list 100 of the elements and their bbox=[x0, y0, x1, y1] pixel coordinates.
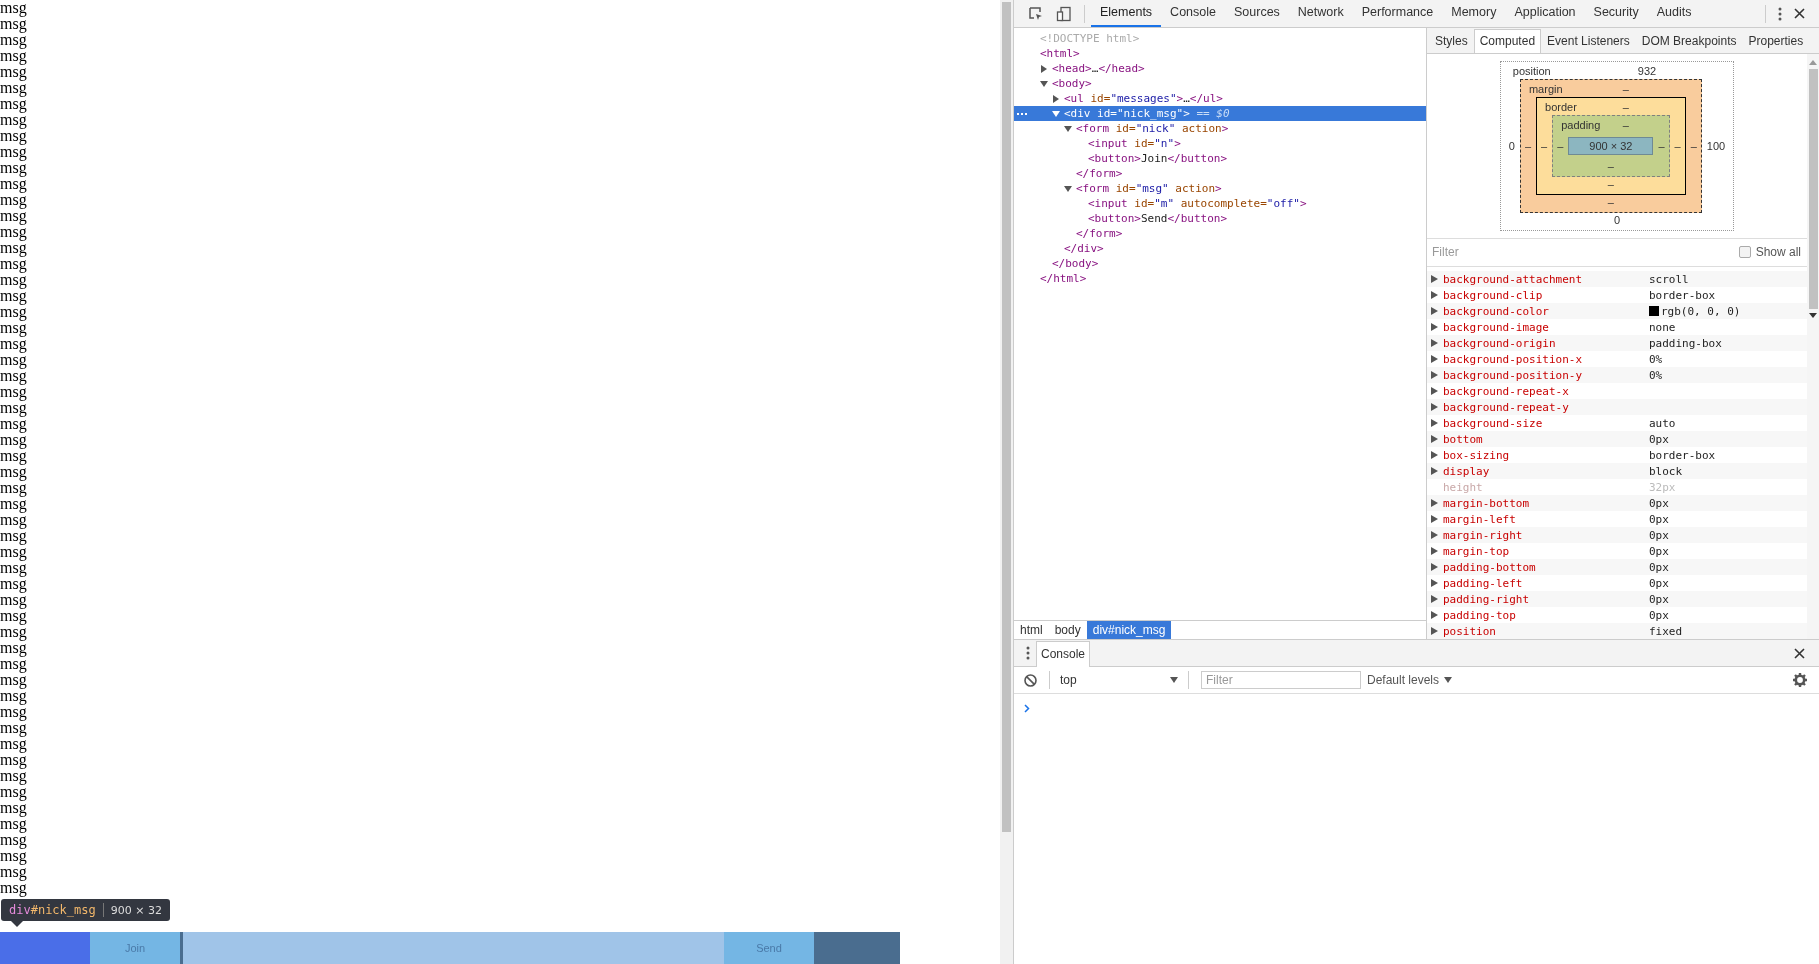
closing-tag[interactable]: </form> bbox=[1076, 167, 1123, 180]
message-text: msg bbox=[0, 496, 27, 512]
collapsed-arrow-icon[interactable] bbox=[1052, 94, 1060, 103]
message-text: msg bbox=[0, 0, 27, 16]
expanded-arrow-icon[interactable] bbox=[1064, 124, 1072, 133]
scroll-down-arrow-icon[interactable] bbox=[1809, 313, 1817, 318]
dom-node[interactable]: <body> bbox=[1052, 77, 1092, 90]
message-text: msg bbox=[0, 240, 27, 256]
breadcrumb[interactable]: html bbox=[1014, 621, 1049, 639]
sidebar-tab[interactable]: Properties bbox=[1742, 29, 1810, 53]
panel-tab[interactable]: Application bbox=[1505, 0, 1585, 27]
property-value: 0px bbox=[1649, 544, 1669, 558]
box-value: – bbox=[1622, 81, 1629, 97]
message-text: msg bbox=[0, 624, 27, 640]
dom-node[interactable]: <form id="nick" action> bbox=[1076, 122, 1229, 135]
property-value: none bbox=[1649, 320, 1676, 334]
sidebar-tab[interactable]: DOM Breakpoints bbox=[1635, 29, 1743, 53]
property-value: 0px bbox=[1649, 512, 1669, 526]
dom-node[interactable]: <html> bbox=[1040, 47, 1080, 60]
dom-node[interactable]: <input id="m" autocomplete="off"> bbox=[1088, 197, 1307, 210]
message-text: msg bbox=[0, 128, 27, 144]
clear-icon[interactable] bbox=[1024, 673, 1037, 687]
expanded-arrow-icon[interactable] bbox=[1052, 109, 1060, 118]
scroll-up-arrow-icon[interactable] bbox=[1809, 60, 1817, 65]
property-value: border-box bbox=[1649, 288, 1716, 302]
property-value: block bbox=[1649, 464, 1683, 478]
property-name: padding-bottom bbox=[1443, 560, 1537, 574]
dom-node[interactable]: <button>Join</button> bbox=[1088, 152, 1228, 165]
property-value: auto bbox=[1649, 416, 1676, 430]
message-text: msg bbox=[0, 176, 27, 192]
box-value: 100 bbox=[1706, 139, 1726, 152]
box-label: padding bbox=[1561, 117, 1601, 133]
collapsed-arrow-icon[interactable] bbox=[1040, 64, 1048, 73]
panel-tab[interactable]: Performance bbox=[1352, 0, 1443, 27]
panel-tab[interactable]: Memory bbox=[1442, 0, 1506, 27]
scrollbar[interactable] bbox=[1000, 0, 1014, 964]
panel-tab[interactable]: Elements bbox=[1091, 0, 1162, 27]
panel-tab[interactable]: Console bbox=[1161, 0, 1225, 27]
panel-tab[interactable]: Audits bbox=[1647, 0, 1701, 27]
property-name: background-size bbox=[1443, 416, 1544, 430]
property-name: padding-right bbox=[1443, 592, 1531, 606]
expanded-arrow-icon[interactable] bbox=[1040, 79, 1048, 88]
show-all-label[interactable]: Show all bbox=[1755, 245, 1801, 260]
panel-tab[interactable]: Security bbox=[1584, 0, 1648, 27]
message-text: msg bbox=[0, 800, 27, 816]
highlighted-input[interactable] bbox=[183, 932, 724, 964]
filter-field[interactable]: Filter bbox=[1430, 244, 1739, 261]
closing-tag[interactable]: </form> bbox=[1076, 227, 1123, 240]
box-value: – bbox=[1622, 117, 1629, 133]
levels-dropdown[interactable]: Default levels bbox=[1367, 673, 1453, 687]
breadcrumb[interactable]: body bbox=[1048, 621, 1087, 639]
closing-tag[interactable]: </div> bbox=[1064, 242, 1104, 255]
message-text: msg bbox=[0, 864, 27, 880]
dom-node[interactable]: <form id="msg" action> bbox=[1076, 182, 1222, 195]
scrollbar[interactable] bbox=[1807, 54, 1819, 639]
color-swatch[interactable] bbox=[1649, 306, 1659, 316]
breadcrumb[interactable]: div#nick_msg bbox=[1086, 621, 1172, 639]
device-icon[interactable] bbox=[1056, 5, 1072, 22]
context-dropdown[interactable]: top bbox=[1056, 673, 1182, 687]
message-text: msg bbox=[0, 688, 27, 704]
closing-tag[interactable]: </body> bbox=[1052, 257, 1099, 270]
message-text: msg bbox=[0, 544, 27, 560]
sidebar-tab[interactable]: Styles bbox=[1429, 29, 1474, 53]
property-value: 0% bbox=[1649, 352, 1663, 366]
property-value: rgb(0, 0, 0) bbox=[1661, 304, 1741, 318]
inspect-icon[interactable] bbox=[1028, 5, 1044, 22]
caret-icon[interactable] bbox=[1170, 677, 1178, 683]
panel-tab[interactable]: Sources bbox=[1225, 0, 1289, 27]
message-text: msg bbox=[0, 448, 27, 464]
caret-icon[interactable] bbox=[1444, 677, 1453, 683]
message-text: msg bbox=[0, 160, 27, 176]
property-name: height bbox=[1443, 480, 1484, 494]
message-text: msg bbox=[0, 880, 27, 896]
message-text: msg bbox=[0, 560, 27, 576]
kebab-menu-icon[interactable] bbox=[1026, 646, 1030, 660]
property-value: 0% bbox=[1649, 368, 1663, 382]
drawer-tab[interactable]: Console bbox=[1036, 641, 1091, 667]
close-icon[interactable] bbox=[1794, 8, 1805, 19]
panel-tab[interactable]: Network bbox=[1288, 0, 1353, 27]
closing-tag[interactable]: </html> bbox=[1040, 272, 1087, 285]
kebab-menu-icon[interactable] bbox=[1778, 6, 1782, 21]
message-text: msg bbox=[0, 416, 27, 432]
message-text: msg bbox=[0, 352, 27, 368]
dom-node[interactable]: <input id="n"> bbox=[1088, 137, 1181, 150]
checkbox[interactable] bbox=[1738, 246, 1751, 259]
property-name: padding-left bbox=[1443, 576, 1524, 590]
close-icon[interactable] bbox=[1794, 647, 1805, 659]
filter-field[interactable]: Filter bbox=[1201, 671, 1361, 689]
message-text: msg bbox=[0, 32, 27, 48]
sidebar-tab[interactable]: Computed bbox=[1473, 29, 1542, 53]
settings-icon[interactable] bbox=[1793, 673, 1807, 687]
dom-node[interactable]: <head>…</head> bbox=[1052, 62, 1145, 75]
dom-node[interactable]: <ul id="messages">…</ul> bbox=[1064, 92, 1223, 105]
expanded-arrow-icon[interactable] bbox=[1064, 184, 1072, 193]
property-name: margin-top bbox=[1443, 544, 1511, 558]
property-name: margin-right bbox=[1443, 528, 1524, 542]
dom-node[interactable]: <button>Send</button> bbox=[1088, 212, 1228, 225]
sidebar-tab[interactable]: Event Listeners bbox=[1541, 29, 1636, 53]
message-text: msg bbox=[0, 64, 27, 80]
message-text: msg bbox=[0, 288, 27, 304]
